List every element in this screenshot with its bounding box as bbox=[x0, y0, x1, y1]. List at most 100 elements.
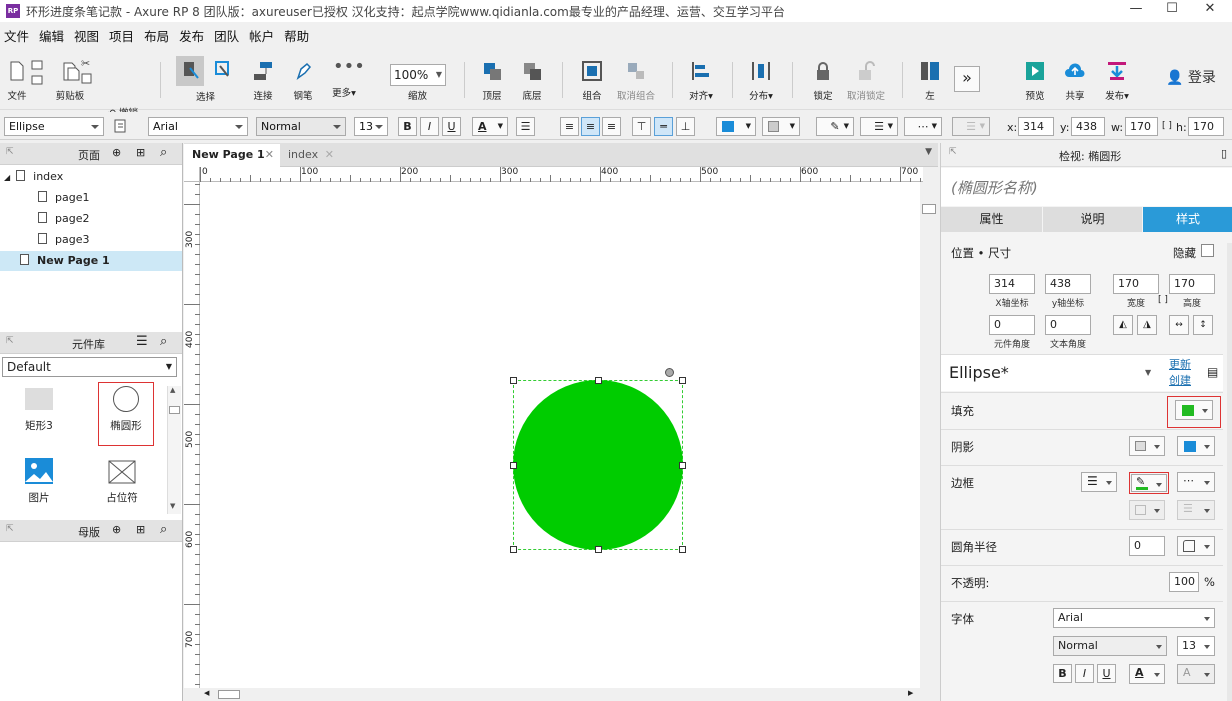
border-visibility-dropdown[interactable] bbox=[1129, 500, 1165, 520]
scroll-down-icon[interactable]: ▼ bbox=[170, 502, 175, 510]
collapse-arrow-icon[interactable]: ⇱ bbox=[6, 524, 14, 534]
add-page-icon[interactable]: ⊕ bbox=[112, 146, 121, 159]
preview-button[interactable]: 预览 bbox=[1020, 48, 1050, 108]
outer-shadow-dropdown[interactable] bbox=[1129, 436, 1165, 456]
arrow-style-dropdown[interactable]: ☰ bbox=[1177, 500, 1215, 520]
zoom-select[interactable]: 100% ▼ bbox=[390, 64, 446, 86]
notes-icon[interactable]: ▯ bbox=[1221, 147, 1227, 160]
resize-handle-n[interactable] bbox=[595, 377, 602, 384]
line-style-button[interactable]: ⋯ ▼ bbox=[904, 117, 942, 136]
page-item-page3[interactable]: page3 bbox=[38, 230, 89, 250]
minimize-button[interactable]: — bbox=[1122, 2, 1150, 18]
line-width-button[interactable]: ☰ ▼ bbox=[860, 117, 898, 136]
scroll-left-icon[interactable]: ◀ bbox=[204, 689, 209, 697]
menu-layout[interactable]: 布局 bbox=[140, 26, 175, 45]
resize-handle-w[interactable] bbox=[510, 462, 517, 469]
border-width-dropdown[interactable]: ☰ bbox=[1081, 472, 1117, 492]
menu-view[interactable]: 视图 bbox=[70, 26, 105, 45]
valign-top-button[interactable]: ⊤ bbox=[632, 117, 651, 136]
hidden-checkbox[interactable] bbox=[1201, 244, 1214, 257]
x-input[interactable]: 314 bbox=[1018, 117, 1054, 136]
font-size-dropdown[interactable]: 13 bbox=[1177, 636, 1215, 656]
bring-to-top-button[interactable]: 顶层 bbox=[478, 48, 506, 108]
font-size-select[interactable]: 13 bbox=[354, 117, 388, 136]
library-select[interactable]: Default ▼ bbox=[2, 357, 177, 377]
corner-type-dropdown[interactable] bbox=[1177, 536, 1215, 556]
update-style-link[interactable]: 更新 bbox=[1169, 356, 1191, 372]
arrow-style-button[interactable]: ☰ ▼ bbox=[952, 117, 990, 136]
font-color-button[interactable]: A ▼ bbox=[472, 117, 508, 136]
widget-placeholder[interactable]: 占位符 bbox=[96, 458, 148, 505]
search-icon[interactable]: ⌕ bbox=[160, 522, 167, 537]
pen-tool[interactable]: 钢笔 bbox=[288, 48, 318, 108]
tab-style[interactable]: 样式 bbox=[1143, 207, 1232, 232]
fit-width-button[interactable]: ↔ bbox=[1169, 315, 1189, 335]
close-icon[interactable]: ✕ bbox=[325, 144, 334, 166]
file-button[interactable]: 文件 bbox=[4, 48, 30, 108]
select-tool[interactable]: 选择 bbox=[172, 48, 232, 108]
flip-horizontal-button[interactable]: ◭ bbox=[1113, 315, 1133, 335]
fit-height-button[interactable]: ↕ bbox=[1193, 315, 1213, 335]
menu-icon[interactable]: ☰ bbox=[136, 334, 148, 349]
resize-handle-nw[interactable] bbox=[510, 377, 517, 384]
library-scrollbar[interactable]: ▲ ▼ bbox=[167, 386, 181, 514]
border-style-dropdown[interactable]: ⋯ bbox=[1177, 472, 1215, 492]
valign-middle-button[interactable]: ═ bbox=[654, 117, 673, 136]
resize-handle-sw[interactable] bbox=[510, 546, 517, 553]
scroll-thumb[interactable] bbox=[922, 204, 936, 214]
fill-color-dropdown[interactable] bbox=[1175, 400, 1213, 420]
login-button[interactable]: 👤 登录 bbox=[1166, 67, 1216, 87]
menu-publish[interactable]: 发布 bbox=[175, 26, 210, 45]
tabs-dropdown-icon[interactable]: ▼ bbox=[925, 147, 932, 157]
font-color-dropdown[interactable]: A bbox=[1129, 664, 1165, 684]
resize-handle-s[interactable] bbox=[595, 546, 602, 553]
tab-notes[interactable]: 说明 bbox=[1043, 207, 1142, 232]
create-style-link[interactable]: 创建 bbox=[1169, 372, 1191, 388]
left-panel-toggle[interactable]: 左 bbox=[916, 48, 944, 108]
menu-team[interactable]: 团队 bbox=[210, 26, 245, 45]
canvas-vertical-scrollbar[interactable] bbox=[920, 182, 938, 688]
collapse-arrow-icon[interactable]: ⇱ bbox=[949, 147, 957, 157]
opacity-input[interactable]: 100 bbox=[1169, 572, 1199, 592]
cut-icon[interactable]: ✂ bbox=[80, 56, 94, 88]
underline-button[interactable]: U bbox=[1097, 664, 1116, 683]
resize-handle-se[interactable] bbox=[679, 546, 686, 553]
align-button[interactable]: 对齐▾ bbox=[686, 48, 716, 108]
menu-project[interactable]: 项目 bbox=[105, 26, 140, 45]
inner-shadow-dropdown[interactable] bbox=[1177, 436, 1215, 456]
collapse-arrow-icon[interactable]: ⇱ bbox=[6, 147, 14, 157]
menu-edit[interactable]: 编辑 bbox=[35, 26, 70, 45]
widget-rectangle[interactable]: 矩形3 bbox=[14, 386, 64, 433]
maximize-button[interactable]: ☐ bbox=[1158, 2, 1186, 18]
font-weight-select[interactable]: Normal bbox=[256, 117, 346, 136]
height-input[interactable]: 170 bbox=[1169, 274, 1215, 294]
lock-button[interactable]: 锁定 bbox=[808, 48, 838, 108]
widget-ellipse[interactable]: 椭圆形 bbox=[98, 382, 154, 446]
align-left-button[interactable]: ≡ bbox=[560, 117, 579, 136]
green-ellipse[interactable] bbox=[513, 380, 683, 550]
close-button[interactable]: ✕ bbox=[1196, 2, 1224, 18]
shadow-button[interactable]: ▼ bbox=[762, 117, 800, 136]
more-tools-button[interactable]: ••• 更多▾ bbox=[326, 48, 365, 108]
style-edit-icon[interactable] bbox=[114, 119, 128, 133]
y-input[interactable]: 438 bbox=[1071, 117, 1105, 136]
unlock-button[interactable]: 取消锁定 bbox=[846, 48, 886, 108]
text-shadow-dropdown[interactable]: A bbox=[1177, 664, 1215, 684]
ungroup-button[interactable]: 取消组合 bbox=[614, 48, 658, 108]
connect-tool[interactable]: 连接 bbox=[248, 48, 278, 108]
bold-button[interactable]: B bbox=[1053, 664, 1072, 683]
share-button[interactable]: 共享 bbox=[1060, 48, 1090, 108]
align-center-button[interactable]: ≡ bbox=[581, 117, 600, 136]
bullet-list-button[interactable]: ☰ bbox=[516, 117, 535, 136]
rotate-handle[interactable] bbox=[665, 368, 674, 377]
expand-triangle-icon[interactable]: ◢ bbox=[4, 173, 10, 182]
font-family-dropdown[interactable]: Arial bbox=[1053, 608, 1215, 628]
tab-new-page-1[interactable]: New Page 1 ✕ bbox=[184, 144, 280, 167]
italic-button[interactable]: I bbox=[1075, 664, 1094, 683]
scroll-thumb[interactable] bbox=[218, 690, 240, 699]
style-select[interactable]: Ellipse bbox=[4, 117, 104, 136]
resize-handle-e[interactable] bbox=[679, 462, 686, 469]
inspector-scrollbar[interactable] bbox=[1227, 243, 1232, 701]
group-button[interactable]: 组合 bbox=[578, 48, 606, 108]
tab-index[interactable]: index ✕ bbox=[280, 144, 340, 167]
